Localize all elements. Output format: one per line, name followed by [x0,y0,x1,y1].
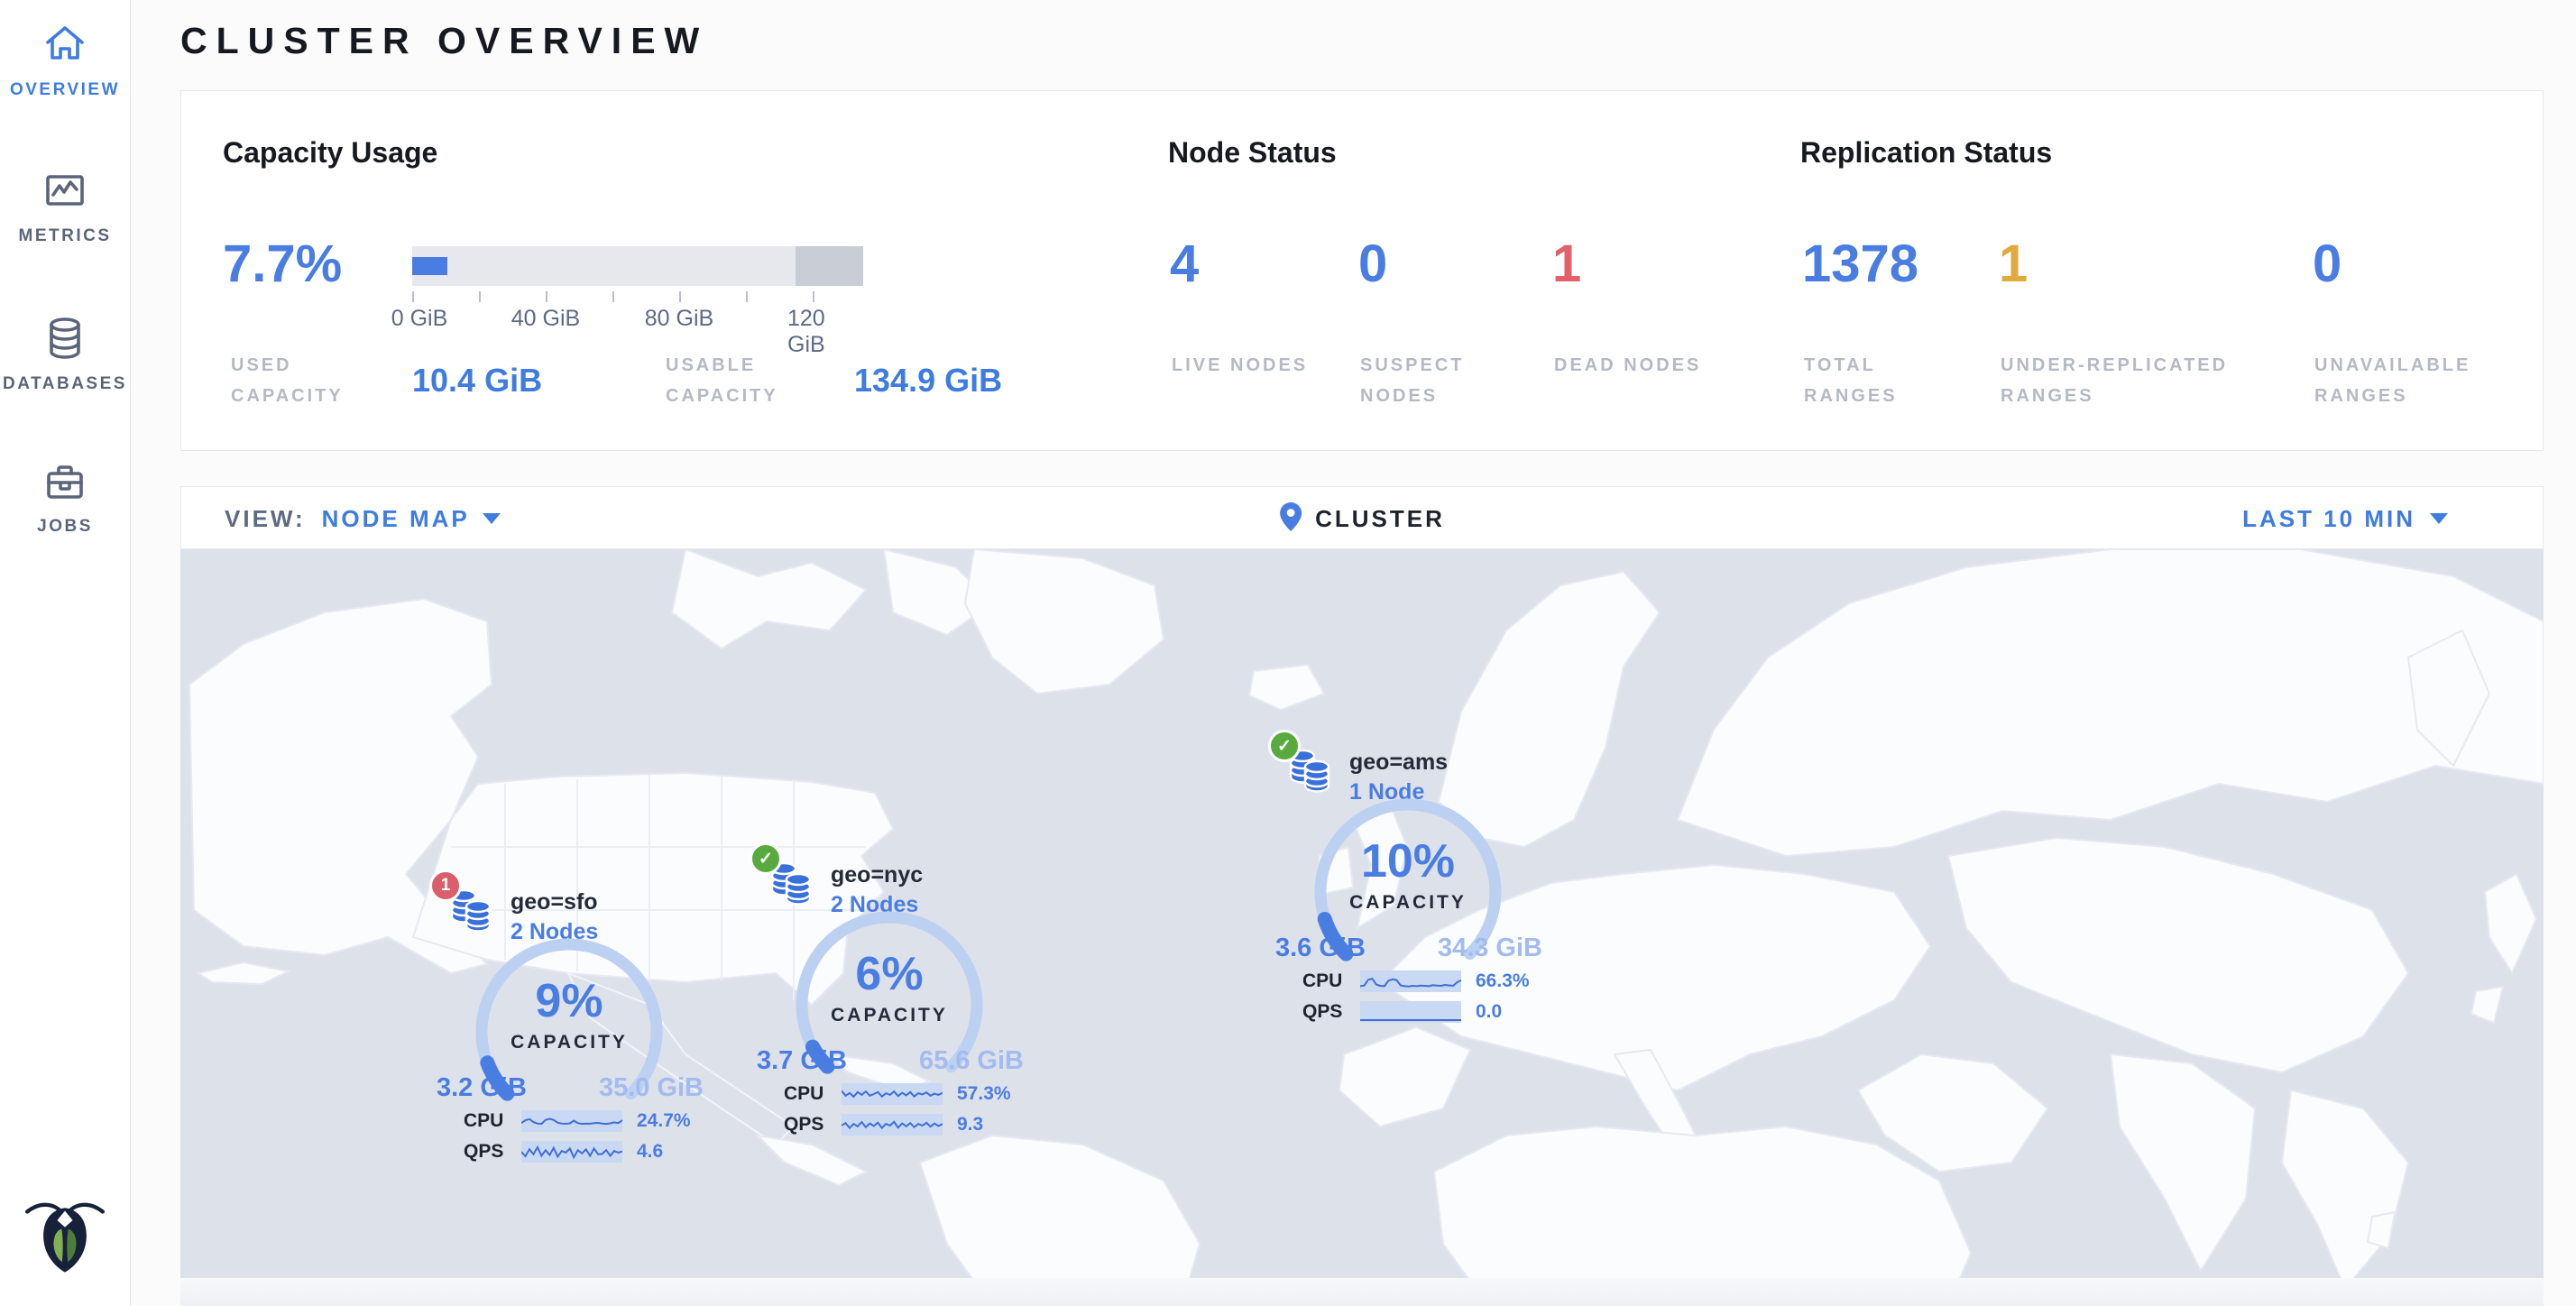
map-footer-strip [180,1278,2544,1306]
qps-sparkline [521,1141,622,1163]
capacity-label: CAPACITY [1304,892,1512,914]
node-map: 1 geo=sfo 2 Nodes 9% CAPACITY 3.2 GiB [180,549,2544,1306]
used-capacity-value: 3.7 GiB [757,1046,847,1076]
capacity-bar [412,246,863,286]
qps-label: QPS [784,1114,827,1136]
usable-capacity-value: 134.9 GiB [854,362,1002,400]
usable-capacity-value: 34.3 GiB [1438,934,1542,963]
cpu-sparkline [1360,970,1461,992]
cpu-value: 24.7% [637,1110,691,1132]
view-label: VIEW: [225,505,306,533]
status-badge: ✓ [750,842,782,875]
view-selector[interactable]: NODE MAP [322,505,501,533]
locality-marker[interactable]: ✓ geo=ams 1 Node 10% CAPACITY 3.6 GiB [1266,728,1519,1035]
databases-icon [0,316,130,365]
cpu-label: CPU [784,1083,827,1105]
node-status-title: Node Status [1168,136,1337,170]
qps-value: 9.3 [957,1114,983,1136]
chevron-down-icon [483,513,501,524]
cpu-sparkline [521,1110,622,1132]
qps-value: 4.6 [637,1141,663,1163]
breadcrumb-cluster[interactable]: CLUSTER [1315,505,1445,533]
map-pin-icon [1279,501,1302,537]
used-capacity-value: 3.2 GiB [437,1073,527,1103]
tick-label: 80 GiB [645,306,713,332]
cpu-sparkline [842,1083,943,1105]
usable-capacity-value: 35.0 GiB [599,1073,704,1103]
cpu-label: CPU [1302,970,1346,992]
usable-capacity-value: 65.6 GiB [919,1046,1024,1076]
dead-nodes-label: DEAD NODES [1554,350,1707,381]
locality-marker[interactable]: 1 geo=sfo 2 Nodes 9% CAPACITY 3.2 GiB [428,868,680,1174]
jobs-icon [0,462,130,508]
qps-label: QPS [1302,1001,1346,1023]
capacity-label: CAPACITY [465,1032,673,1053]
qps-sparkline [842,1114,943,1136]
locality-name: geo=nyc [831,862,923,888]
capacity-bar-fill [412,257,447,275]
suspect-nodes-value: 0 [1358,234,1387,294]
home-icon [0,23,130,71]
main-content: CLUSTER OVERVIEW Capacity Usage 7.7% 0 G… [131,0,2576,1306]
replication-status-title: Replication Status [1800,136,2052,170]
total-ranges-label: TOTAL RANGES [1804,350,1966,411]
cluster-overview-page: OVERVIEW METRICS DATABASES [0,0,2576,1306]
locality-marker[interactable]: ✓ geo=nyc 2 Nodes 6% CAPACITY 3.7 GiB [748,841,1000,1147]
under-replicated-ranges-label: UNDER-REPLICATED RANGES [2001,350,2271,411]
capacity-label: CAPACITY [786,1005,993,1026]
used-capacity-label: USED CAPACITY [231,350,402,411]
cpu-label: CPU [464,1110,507,1132]
chevron-down-icon [2430,513,2448,524]
capacity-bar-ticks [412,291,863,302]
used-capacity-value: 3.6 GiB [1275,934,1366,963]
sidebar-item-label: OVERVIEW [10,80,120,99]
unavailable-ranges-label: UNAVAILABLE RANGES [2314,350,2531,411]
live-nodes-value: 4 [1170,234,1199,294]
capacity-bar-tick-labels: 0 GiB 40 GiB 80 GiB 120 GiB [412,306,863,333]
sidebar-item-overview[interactable]: OVERVIEW [0,23,130,100]
summary-panel: Capacity Usage 7.7% 0 GiB 40 GiB 80 GiB … [180,90,2544,451]
dead-nodes-value: 1 [1552,234,1581,294]
capacity-percent: 6% [786,947,993,1001]
live-nodes-label: LIVE NODES [1172,350,1325,381]
sidebar-item-databases[interactable]: DATABASES [0,316,130,394]
status-badge: 1 [429,869,462,902]
sidebar-item-label: METRICS [19,226,112,245]
under-replicated-ranges-value: 1 [1999,234,2028,294]
page-title: CLUSTER OVERVIEW [180,20,708,62]
qps-label: QPS [464,1141,507,1163]
cpu-value: 66.3% [1476,970,1530,992]
metrics-icon [0,170,130,217]
status-badge: ✓ [1268,730,1301,762]
cpu-value: 57.3% [957,1083,1011,1105]
locality-name: geo=ams [1349,750,1448,776]
qps-sparkline [1360,1001,1461,1023]
sidebar: OVERVIEW METRICS DATABASES [0,0,131,1306]
map-toolbar: VIEW: NODE MAP CLUSTER LAST 10 [180,486,2544,549]
capacity-usage-title: Capacity Usage [223,136,437,170]
tick-label: 40 GiB [511,306,580,332]
view-selector-value: NODE MAP [322,505,470,533]
sidebar-item-label: JOBS [37,517,93,536]
unavailable-ranges-value: 0 [2313,234,2341,294]
suspect-nodes-label: SUSPECT NODES [1360,350,1513,411]
used-capacity-value: 10.4 GiB [412,362,542,400]
capacity-percent: 9% [465,974,673,1028]
cockroachdb-logo [0,1184,130,1279]
time-range-value: LAST 10 MIN [2242,505,2415,533]
tick-label: 0 GiB [391,306,448,332]
locality-name: geo=sfo [511,889,598,915]
sidebar-item-label: DATABASES [3,374,127,393]
capacity-percent: 10% [1304,834,1512,888]
sidebar-item-metrics[interactable]: METRICS [0,170,130,246]
capacity-percent: 7.7% [223,234,342,294]
sidebar-item-jobs[interactable]: JOBS [0,462,130,537]
capacity-bar-reserved [796,246,863,286]
total-ranges-value: 1378 [1802,234,1918,294]
qps-value: 0.0 [1476,1001,1502,1023]
usable-capacity-label: USABLE CAPACITY [666,350,837,411]
time-range-selector[interactable]: LAST 10 MIN [2242,487,2448,550]
